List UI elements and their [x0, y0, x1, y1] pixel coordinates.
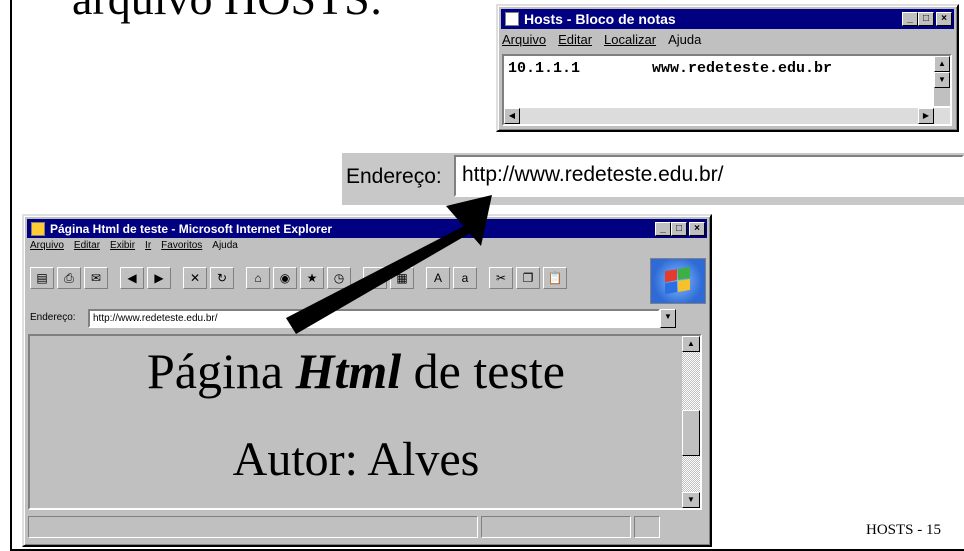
scroll-left-icon[interactable]: ◀	[504, 108, 520, 124]
notepad-icon	[505, 12, 519, 26]
page-author: Autor: Alves	[232, 433, 480, 486]
minimize-button[interactable]: _	[655, 221, 671, 236]
ie-address-label: Endereço:	[30, 312, 76, 323]
ie-menubar: Arquivo Editar Exibir Ir Favoritos Ajuda	[30, 240, 238, 251]
scroll-thumb[interactable]	[682, 410, 700, 456]
ie-window: Página Html de teste - Microsoft Interne…	[22, 214, 712, 547]
folder-icon[interactable]: ▤	[30, 267, 54, 289]
page-heading: Página Html de teste	[30, 342, 682, 400]
hosts-hostname: www.redeteste.edu.br	[652, 60, 833, 77]
ie-page-icon	[31, 221, 45, 236]
minimize-button[interactable]: _	[902, 12, 918, 26]
history-icon[interactable]: ◷	[327, 267, 351, 289]
paste-icon[interactable]: 📋	[543, 267, 567, 289]
slide-footer: HOSTS - 15	[866, 522, 942, 538]
address-label: Endereço:	[346, 165, 442, 188]
refresh-icon[interactable]: ↻	[210, 267, 234, 289]
copy-icon[interactable]: ❐	[516, 267, 540, 289]
notepad-vertical-scrollbar[interactable]: ▲ ▼	[934, 56, 950, 106]
stop-icon[interactable]: ✕	[183, 267, 207, 289]
forward-icon[interactable]: ▶	[147, 267, 171, 289]
status-pane-zone	[481, 516, 631, 538]
mail-icon[interactable]: ✉	[84, 267, 108, 289]
menu-ajuda[interactable]: Ajuda	[668, 32, 701, 47]
fullscreen-icon[interactable]: ▦	[390, 267, 414, 289]
menu-arquivo[interactable]: Arquivo	[30, 240, 64, 251]
maximize-button[interactable]: □	[918, 12, 934, 26]
close-button[interactable]: ×	[689, 221, 705, 236]
page-heading-suffix: de teste	[401, 343, 565, 399]
ie-vertical-scrollbar[interactable]: ▲ ▼	[682, 336, 700, 508]
menu-editar[interactable]: Editar	[74, 240, 100, 251]
ie-toolbar: ▤ ⎙ ✉ ◀ ▶ ✕ ↻ ⌂ ◉ ★ ◷ ▣ ▦ A a ✂ ❐ 📋	[30, 258, 642, 298]
ie-page-content: Página Html de teste Autor: Alves ▲ ▼	[28, 334, 702, 510]
hosts-entry: 10.1.1.1 www.redeteste.edu.br	[508, 60, 832, 77]
menu-arquivo[interactable]: Arquivo	[502, 32, 546, 47]
scroll-up-icon[interactable]: ▲	[934, 56, 950, 72]
menu-editar[interactable]: Editar	[558, 32, 592, 47]
menu-exibir[interactable]: Exibir	[110, 240, 135, 251]
ie-status-bar	[28, 516, 708, 542]
address-input[interactable]: http://www.redeteste.edu.br/	[454, 155, 964, 197]
ie-address-url: http://www.redeteste.edu.br/	[93, 313, 218, 324]
font-larger-icon[interactable]: A	[426, 267, 450, 289]
notepad-horizontal-scrollbar[interactable]: ◀ ▶	[504, 108, 950, 124]
globe-icon	[634, 516, 660, 538]
ie-address-input[interactable]: http://www.redeteste.edu.br/	[88, 309, 660, 328]
address-url: http://www.redeteste.edu.br/	[462, 163, 724, 186]
back-icon[interactable]: ◀	[120, 267, 144, 289]
menu-ir[interactable]: Ir	[145, 240, 151, 251]
ie-title: Página Html de teste - Microsoft Interne…	[50, 221, 333, 236]
scroll-down-icon[interactable]: ▼	[934, 72, 950, 88]
page-heading-prefix: Página	[147, 343, 296, 399]
maximize-button[interactable]: □	[671, 221, 687, 236]
menu-favoritos[interactable]: Favoritos	[161, 240, 202, 251]
chevron-down-icon[interactable]: ▼	[660, 309, 676, 328]
windows-logo-icon	[650, 258, 706, 304]
notepad-title: Hosts - Bloco de notas	[524, 11, 676, 27]
notepad-titlebar[interactable]: Hosts - Bloco de notas _ □ ×	[501, 9, 954, 29]
ie-address-bar: Endereço: http://www.redeteste.edu.br/ ▼	[28, 308, 708, 330]
search-icon[interactable]: ◉	[273, 267, 297, 289]
scroll-up-icon[interactable]: ▲	[682, 336, 700, 352]
home-icon[interactable]: ⌂	[246, 267, 270, 289]
cut-icon[interactable]: ✂	[489, 267, 513, 289]
close-button[interactable]: ×	[936, 12, 952, 26]
slide-title: arquivo HOSTS:	[72, 0, 383, 25]
notepad-text-area[interactable]: 10.1.1.1 www.redeteste.edu.br ▲ ▼ ◀ ▶	[502, 54, 952, 126]
ie-titlebar[interactable]: Página Html de teste - Microsoft Interne…	[27, 219, 707, 238]
address-bar-zoom: Endereço: http://www.redeteste.edu.br/	[342, 152, 964, 205]
hosts-ip: 10.1.1.1	[508, 60, 581, 77]
menu-ajuda[interactable]: Ajuda	[212, 240, 238, 251]
favorites-icon[interactable]: ★	[300, 267, 324, 289]
scroll-down-icon[interactable]: ▼	[682, 492, 700, 508]
notepad-menubar: Arquivo Editar Localizar Ajuda	[502, 32, 701, 47]
notepad-window: Hosts - Bloco de notas _ □ × Arquivo Edi…	[496, 4, 959, 132]
channels-icon[interactable]: ▣	[363, 267, 387, 289]
status-pane-main	[28, 516, 478, 538]
print-icon[interactable]: ⎙	[57, 267, 81, 289]
scroll-right-icon[interactable]: ▶	[918, 108, 934, 124]
font-smaller-icon[interactable]: a	[453, 267, 477, 289]
page-heading-emphasis: Html	[295, 343, 402, 399]
menu-localizar[interactable]: Localizar	[604, 32, 656, 47]
